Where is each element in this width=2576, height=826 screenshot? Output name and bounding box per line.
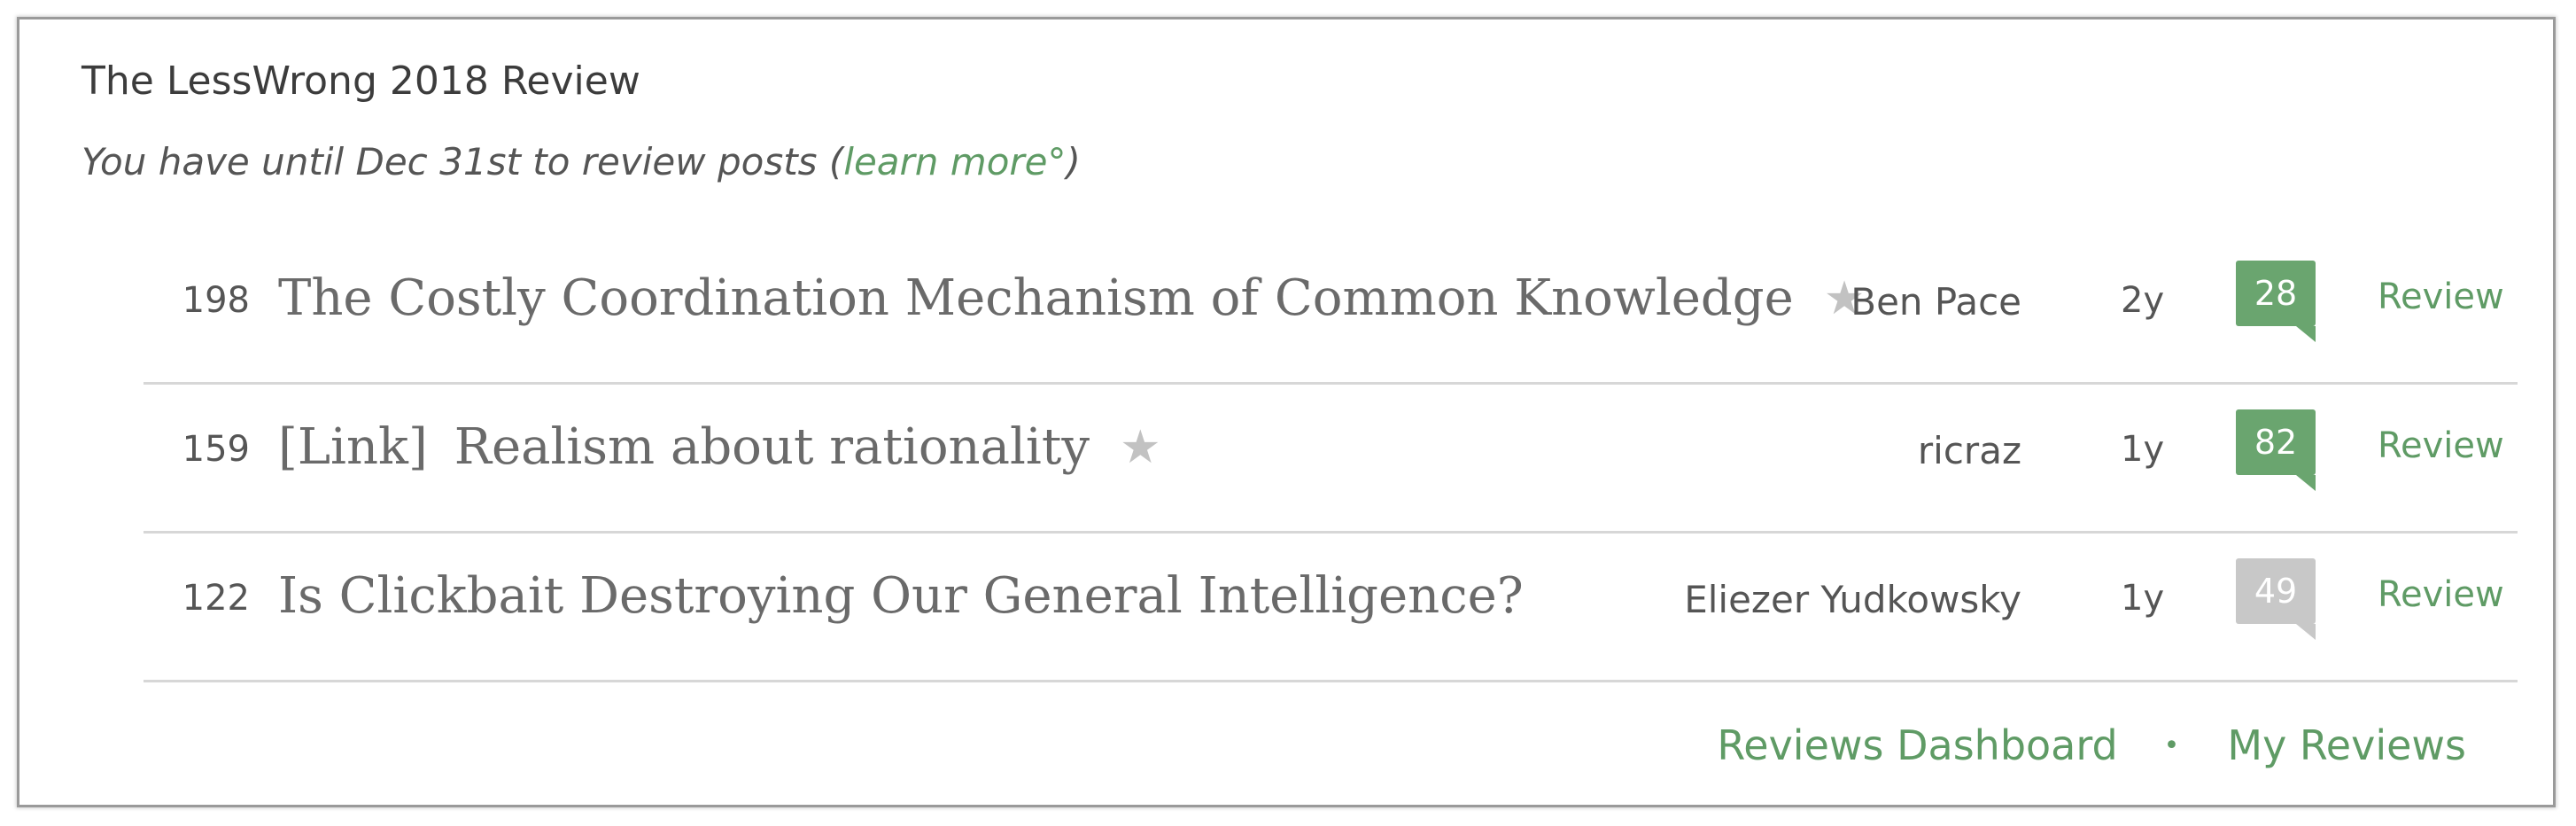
post-age: 2y — [2121, 280, 2165, 321]
post-title-link[interactable]: Is Clickbait Destroying Our General Inte… — [278, 567, 1524, 625]
post-age: 1y — [2121, 429, 2165, 470]
post-title-link[interactable]: [Link] Realism about rationality ★ — [278, 418, 1161, 476]
post-title-text: The Costly Coordination Mechanism of Com… — [278, 269, 1794, 327]
reviews-dashboard-link[interactable]: Reviews Dashboard — [1717, 721, 2117, 769]
review-button[interactable]: Review — [2378, 574, 2504, 615]
post-karma: 122 — [182, 578, 250, 619]
comment-count-badge[interactable]: 28 — [2236, 261, 2316, 342]
speech-bubble-tail-icon — [2296, 624, 2316, 640]
comment-count-badge[interactable]: 49 — [2236, 558, 2316, 640]
panel-title: The LessWrong 2018 Review — [81, 58, 640, 104]
review-deadline-text: You have until Dec 31st to review posts … — [81, 140, 1081, 183]
review-footer-links: Reviews Dashboard • My Reviews — [1717, 721, 2466, 769]
learn-more-link[interactable]: learn more° — [843, 140, 1066, 183]
post-title-text: Realism about rationality — [454, 418, 1090, 476]
my-reviews-link[interactable]: My Reviews — [2227, 721, 2466, 769]
comment-count: 82 — [2254, 423, 2298, 462]
post-row: 122 Is Clickbait Destroying Our General … — [144, 534, 2518, 682]
post-author[interactable]: Ben Pace — [1851, 280, 2021, 323]
review-button[interactable]: Review — [2378, 425, 2504, 466]
post-author[interactable]: ricraz — [1918, 429, 2021, 472]
comment-count-badge[interactable]: 82 — [2236, 409, 2316, 491]
comment-count: 49 — [2254, 572, 2298, 611]
post-age: 1y — [2121, 578, 2165, 619]
review-panel: The LessWrong 2018 Review You have until… — [17, 17, 2556, 807]
post-title-link[interactable]: The Costly Coordination Mechanism of Com… — [278, 269, 1865, 327]
post-row: 159 [Link] Realism about rationality ★ r… — [144, 385, 2518, 534]
separator-dot: • — [2163, 729, 2180, 761]
link-post-tag: [Link] — [278, 418, 428, 476]
deadline-text: You have until Dec 31st to review posts — [81, 140, 829, 183]
post-karma: 198 — [182, 280, 250, 321]
open-paren: ( — [828, 140, 844, 183]
curated-star-icon: ★ — [1119, 420, 1161, 474]
comment-count: 28 — [2254, 274, 2298, 313]
post-author[interactable]: Eliezer Yudkowsky — [1684, 578, 2021, 621]
post-karma: 159 — [182, 429, 250, 470]
review-button[interactable]: Review — [2378, 277, 2504, 317]
speech-bubble-tail-icon — [2296, 475, 2316, 491]
post-list: 198 The Costly Coordination Mechanism of… — [144, 236, 2518, 682]
post-title-text: Is Clickbait Destroying Our General Inte… — [278, 567, 1524, 625]
speech-bubble-tail-icon — [2296, 326, 2316, 342]
post-row: 198 The Costly Coordination Mechanism of… — [144, 236, 2518, 385]
close-paren: ) — [1066, 140, 1081, 183]
